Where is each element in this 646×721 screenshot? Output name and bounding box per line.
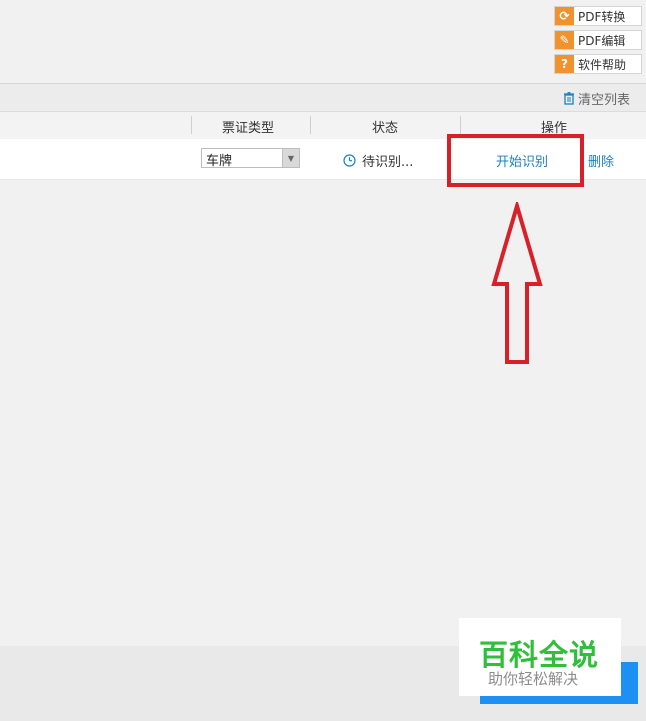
- type-select-value: 车牌: [206, 154, 233, 169]
- header-status: 状态: [372, 121, 399, 136]
- column-separator: [460, 116, 461, 134]
- pdf-edit-button[interactable]: ✎ PDF编辑: [554, 30, 642, 50]
- arrow-up-annotation: [491, 202, 543, 364]
- refresh-icon: ⟳: [555, 7, 574, 25]
- column-separator: [191, 116, 192, 134]
- header-type: 票证类型: [222, 121, 275, 136]
- list-toolbar: 清空列表: [0, 84, 646, 112]
- chevron-down-icon[interactable]: ▼: [282, 149, 299, 167]
- pdf-convert-label: PDF转换: [578, 9, 626, 24]
- question-icon: ?: [555, 55, 574, 73]
- pdf-edit-label: PDF编辑: [578, 33, 626, 48]
- pencil-icon: ✎: [555, 31, 574, 49]
- help-button[interactable]: ? 软件帮助: [554, 54, 642, 74]
- top-bar: ⟳ PDF转换 ✎ PDF编辑 ? 软件帮助: [0, 0, 646, 84]
- status-cell: 待识别...: [343, 151, 413, 170]
- pdf-convert-button[interactable]: ⟳ PDF转换: [554, 6, 642, 26]
- trash-icon: [563, 92, 574, 105]
- watermark: 百科全说 助你轻松解决: [459, 618, 621, 696]
- clear-list-button[interactable]: 清空列表: [563, 89, 630, 108]
- clock-icon: [343, 154, 356, 167]
- clear-list-label: 清空列表: [577, 93, 630, 108]
- watermark-subtitle: 助你轻松解决: [488, 670, 579, 688]
- delete-link[interactable]: 删除: [588, 151, 614, 170]
- help-label: 软件帮助: [578, 57, 627, 72]
- highlight-box: [447, 134, 584, 187]
- type-select[interactable]: 车牌 ▼: [201, 148, 300, 169]
- status-text: 待识别...: [362, 155, 414, 170]
- column-separator: [310, 116, 311, 134]
